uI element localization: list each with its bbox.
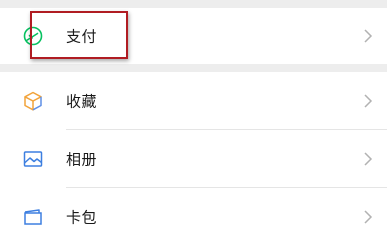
card-wallet-icon: [22, 206, 44, 228]
chevron-right-icon: [363, 28, 373, 44]
menu-item-favorites[interactable]: 收藏: [0, 72, 387, 129]
menu-item-label: 相册: [66, 150, 98, 168]
favorites-cube-icon: [22, 90, 44, 112]
pay-icon: [22, 25, 44, 47]
menu-item-album[interactable]: 相册: [0, 130, 387, 187]
menu-item-label: 收藏: [66, 92, 98, 110]
pay-section: 支付: [0, 8, 387, 64]
menu-item-card-wallet[interactable]: 卡包: [0, 188, 387, 245]
album-picture-icon: [22, 148, 44, 170]
menu-item-label: 支付: [66, 27, 98, 46]
chevron-right-icon: [363, 209, 373, 225]
chevron-right-icon: [363, 93, 373, 109]
menu-item-pay[interactable]: 支付: [0, 8, 387, 64]
menu-item-label: 卡包: [66, 208, 98, 226]
chevron-right-icon: [363, 151, 373, 167]
main-section: 收藏 相册 卡包: [0, 72, 387, 245]
